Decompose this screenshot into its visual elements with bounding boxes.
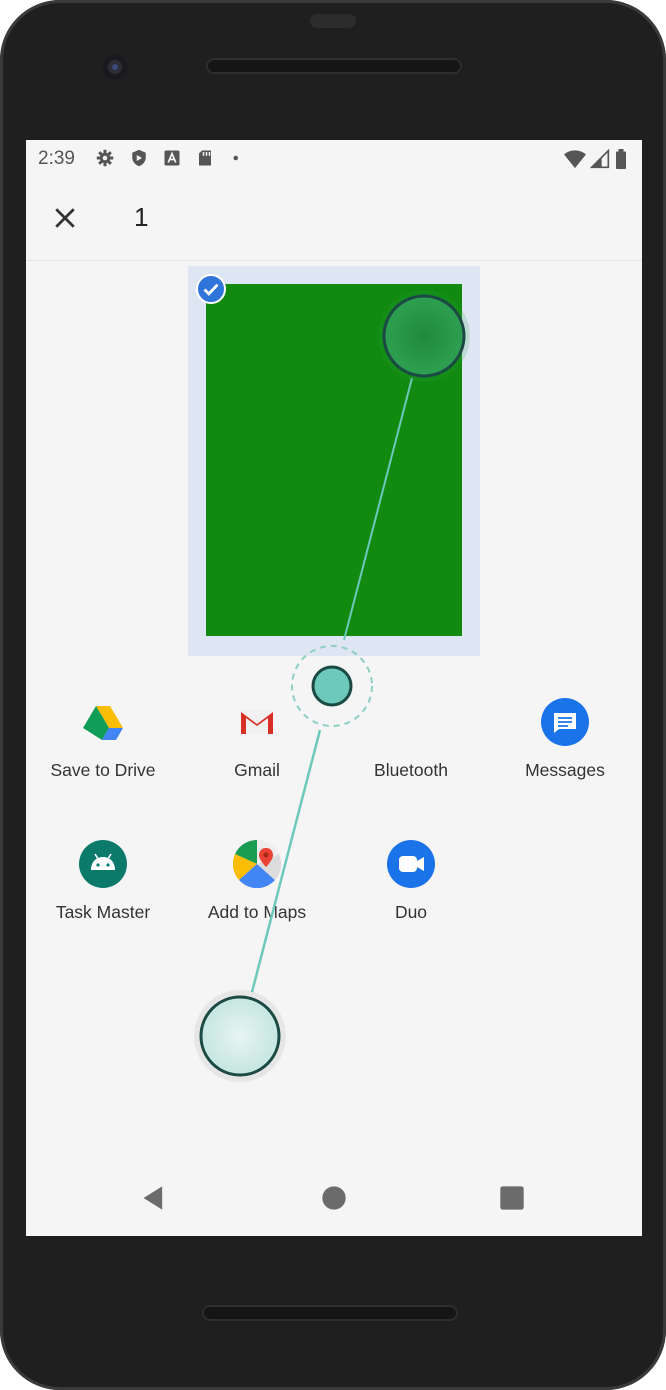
image-preview-selected[interactable] <box>188 266 480 656</box>
back-triangle-icon[interactable] <box>140 1184 168 1212</box>
wifi-icon <box>564 150 586 169</box>
sd-card-icon <box>199 150 211 166</box>
share-target-label: Add to Maps <box>207 902 307 922</box>
share-target-label: Duo <box>394 902 428 922</box>
shield-icon <box>132 149 146 167</box>
dot-icon <box>233 155 238 161</box>
share-app-bar: 1 <box>26 178 642 261</box>
top-speaker-grille <box>206 58 462 74</box>
close-icon[interactable] <box>50 203 80 233</box>
front-camera <box>102 54 128 80</box>
messages-icon <box>541 698 589 746</box>
screen: 2:39 1 Save to Drive Gmail Bluetooth Mes… <box>26 140 642 1236</box>
home-circle-icon[interactable] <box>320 1184 348 1212</box>
share-target-label: Task Master <box>55 902 151 922</box>
navigation-bar <box>26 1160 642 1236</box>
duo-icon <box>387 840 435 888</box>
share-target-label: Bluetooth <box>374 760 448 780</box>
selected-count: 1 <box>134 202 149 232</box>
status-bar: 2:39 <box>26 140 642 178</box>
google-drive-icon <box>83 706 123 740</box>
status-time: 2:39 <box>38 148 75 169</box>
bluetooth-icon <box>387 698 435 746</box>
image-thumbnail[interactable] <box>206 284 462 636</box>
google-maps-icon <box>233 840 281 888</box>
android-icon <box>79 840 127 888</box>
share-target-label: Save to Drive <box>50 760 156 780</box>
gmail-icon <box>241 710 273 734</box>
check-circle-icon <box>196 274 226 304</box>
cell-signal-icon <box>590 149 610 169</box>
font-a-icon <box>164 150 180 166</box>
share-target-label: Gmail <box>234 760 280 780</box>
share-target-label: Messages <box>525 760 605 780</box>
battery-icon <box>616 149 626 169</box>
recents-square-icon[interactable] <box>498 1184 526 1212</box>
bottom-speaker-grille <box>202 1305 458 1321</box>
settings-icon <box>96 149 114 167</box>
earpiece <box>310 14 356 28</box>
phone-frame: 2:39 1 Save to Drive Gmail Bluetooth Mes… <box>0 0 666 1390</box>
